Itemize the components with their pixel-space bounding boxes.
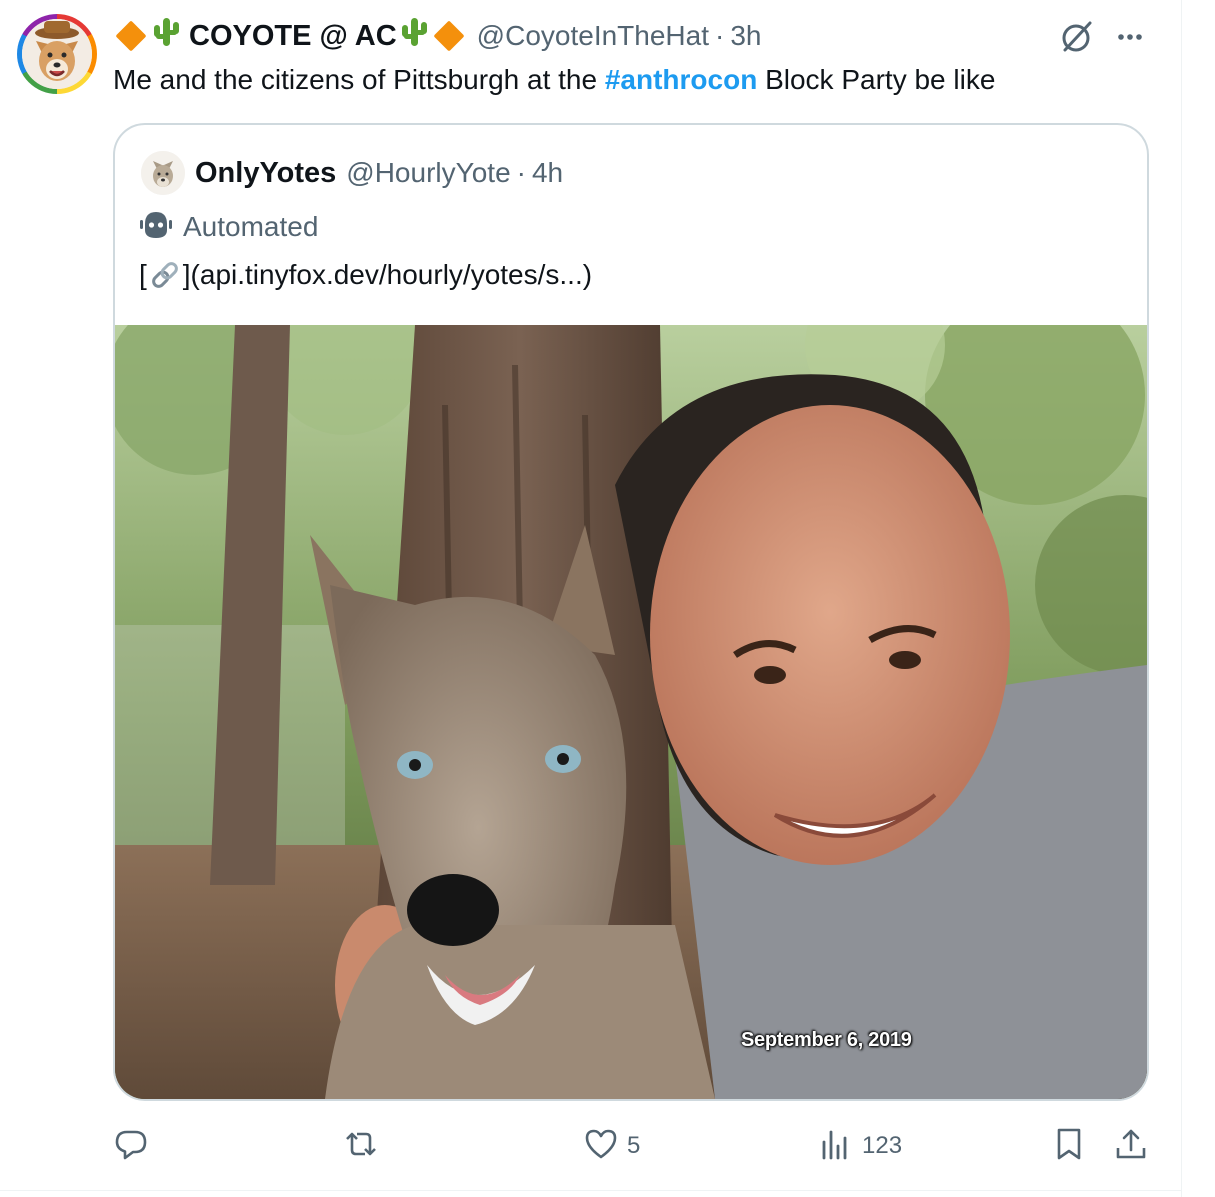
coyote-selfie-image (115, 325, 1147, 1099)
quote-author-name[interactable]: OnlyYotes (195, 157, 336, 190)
separator-dot: · (714, 20, 725, 51)
tweet-separator (0, 1190, 1181, 1191)
cactus-icon (399, 16, 429, 56)
cactus-icon (151, 16, 181, 56)
bookmark-button[interactable] (1051, 1120, 1087, 1172)
timeline-divider (1181, 0, 1182, 1197)
views-chart-icon (818, 1126, 854, 1167)
tweet-actions: 5 123 (113, 1120, 1153, 1172)
author-name-text: COYOTE @ AC (189, 19, 397, 52)
separator-dot: · (516, 157, 526, 188)
share-button[interactable] (1113, 1120, 1149, 1172)
hashtag-link[interactable]: #anthrocon (605, 64, 757, 95)
coyote-avatar-icon (22, 19, 92, 89)
automated-badge: Automated (139, 207, 318, 247)
automated-label: Automated (183, 211, 319, 242)
reply-button[interactable] (113, 1120, 157, 1172)
quote-text: [ ](api.tinyfox.dev/hourly/yotes/s...) (139, 255, 592, 295)
tweet-timestamp[interactable]: 3h (730, 20, 761, 52)
quote-author-handle[interactable]: @HourlyYote (346, 157, 510, 189)
heart-icon (583, 1126, 619, 1167)
quote-link-text[interactable]: ](api.tinyfox.dev/hourly/yotes/s...) (183, 259, 592, 291)
quote-author-avatar[interactable] (141, 151, 185, 195)
quote-timestamp[interactable]: 4h (532, 157, 563, 189)
tweet-text-after: Block Party be like (757, 64, 996, 95)
photo-date-stamp: September 6, 2019 (741, 1029, 912, 1051)
quote-tweet-card[interactable]: OnlyYotes @HourlyYote · 4h Automated []… (113, 123, 1149, 1101)
quote-text-prefix: [ (139, 259, 147, 290)
author-handle[interactable]: @CoyoteInTheHat (477, 20, 709, 52)
tweet-text-before: Me and the citizens of Pittsburgh at the (113, 64, 605, 95)
robot-icon (139, 208, 173, 247)
tweet-text: Me and the citizens of Pittsburgh at the… (113, 60, 995, 100)
orange-diamond-icon (433, 20, 465, 52)
orange-diamond-icon (115, 20, 147, 52)
quote-header: OnlyYotes @HourlyYote · 4h (195, 153, 563, 193)
bookmark-icon (1051, 1126, 1087, 1167)
views-count: 123 (862, 1132, 903, 1159)
link-icon (149, 259, 181, 291)
reply-icon (113, 1126, 149, 1167)
retweet-button[interactable] (343, 1120, 387, 1172)
more-options-icon[interactable] (1110, 17, 1150, 57)
retweet-icon (343, 1126, 379, 1167)
quote-photo[interactable]: September 6, 2019 (115, 325, 1147, 1099)
tweet-header: COYOTE @ AC @CoyoteInTheHat · 3h (113, 14, 761, 58)
like-count: 5 (627, 1132, 641, 1159)
share-icon (1113, 1126, 1149, 1167)
author-display-name[interactable]: COYOTE @ AC (113, 16, 467, 56)
views-button[interactable]: 123 (818, 1120, 902, 1172)
like-button[interactable]: 5 (583, 1120, 640, 1172)
grok-icon[interactable] (1057, 17, 1097, 57)
author-avatar[interactable] (17, 14, 97, 94)
